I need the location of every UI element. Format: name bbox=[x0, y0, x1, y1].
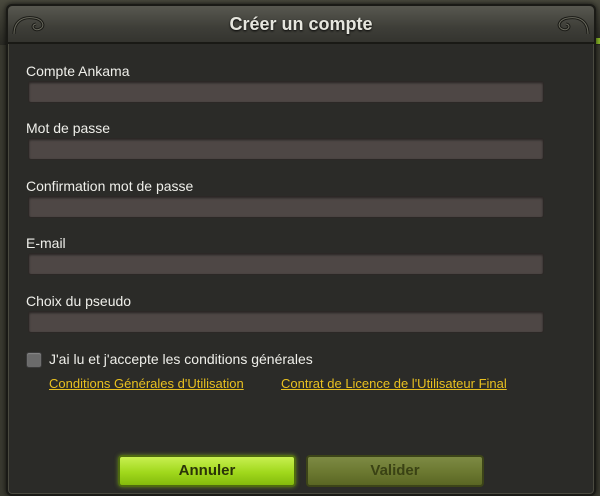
password-confirm-label: Confirmation mot de passe bbox=[26, 178, 194, 194]
password-label: Mot de passe bbox=[26, 120, 111, 136]
ornament-right-icon bbox=[557, 16, 590, 35]
account-input[interactable] bbox=[28, 81, 544, 103]
account-label: Compte Ankama bbox=[26, 63, 130, 79]
cancel-button[interactable]: Annuler bbox=[118, 455, 296, 487]
cgu-link[interactable]: Conditions Générales d'Utilisation bbox=[49, 376, 244, 391]
nickname-input[interactable] bbox=[28, 311, 544, 333]
validate-button[interactable]: Valider bbox=[306, 455, 484, 487]
accept-terms-label: J'ai lu et j'accepte les conditions géné… bbox=[49, 351, 313, 367]
window-title: Créer un compte bbox=[229, 14, 373, 34]
title-bar: Créer un compte bbox=[8, 6, 594, 44]
email-input[interactable] bbox=[28, 253, 544, 275]
accept-terms-checkbox[interactable] bbox=[26, 352, 42, 368]
eula-link[interactable]: Contrat de Licence de l'Utilisateur Fina… bbox=[281, 376, 507, 391]
nickname-label: Choix du pseudo bbox=[26, 293, 132, 309]
password-confirm-input[interactable] bbox=[28, 196, 544, 218]
password-input[interactable] bbox=[28, 138, 544, 160]
email-label: E-mail bbox=[26, 235, 66, 251]
create-account-window: Créer un compte Compte Ankama Mot de pas… bbox=[6, 4, 596, 496]
